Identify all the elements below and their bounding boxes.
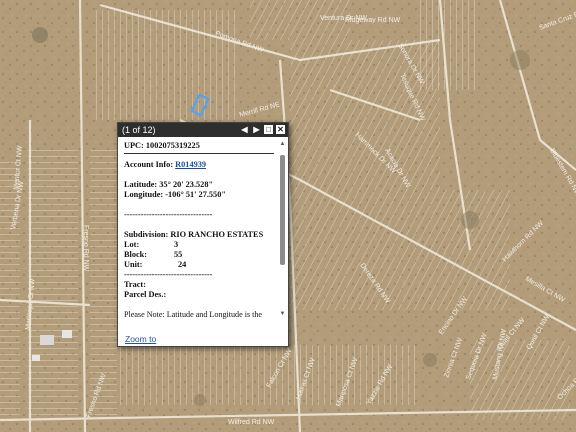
shrub [423, 353, 437, 367]
previous-arrow-icon[interactable]: ◀ [240, 125, 249, 134]
shrub [194, 394, 206, 406]
structure [62, 330, 72, 338]
account-label: Account Info: [124, 160, 174, 169]
location-note: Please Note: Latitude and Longitude is t… [124, 310, 263, 319]
upc-value: 1002075319225 [145, 141, 200, 150]
latitude-value: 35° 20' 23.528" [159, 180, 214, 189]
parcel-info-popup: (1 of 12) ◀ ▶ □ ✕ UPC: 1002075319225 Acc… [117, 122, 289, 347]
unit-row: Unit: 24 [124, 260, 274, 270]
street-label: Fresno Rd NW [82, 225, 89, 272]
latitude-row: Latitude: 35° 20' 23.528" [124, 180, 274, 190]
parcel-des-label: Parcel Des.: [124, 290, 167, 299]
popup-header: (1 of 12) ◀ ▶ □ ✕ [118, 123, 288, 137]
lot-block [470, 340, 570, 420]
scroll-down-icon[interactable]: ▼ [279, 311, 286, 318]
upc-label: UPC: [124, 141, 144, 150]
lot-block [290, 190, 510, 310]
block-row: Block: 55 [124, 250, 274, 260]
next-arrow-icon[interactable]: ▶ [252, 125, 261, 134]
shrub [510, 50, 530, 70]
lot-block [95, 10, 235, 120]
account-row: Account Info: R014939 [124, 160, 274, 170]
longitude-label: Longitude: [124, 190, 164, 199]
popup-controls: ◀ ▶ □ ✕ [240, 125, 285, 135]
zoom-to-link[interactable]: Zoom to [125, 334, 156, 344]
longitude-row: Longitude: -106° 51' 27.550" [124, 190, 274, 200]
popup-scrollbar[interactable]: ▲ ▼ [279, 141, 286, 319]
lot-label: Lot: [124, 240, 140, 249]
unit-label: Unit: [124, 260, 143, 269]
separator-line: -------------------------------- [124, 210, 213, 219]
block-value: 55 [174, 250, 183, 259]
street-label: Wilfred Rd NW [228, 419, 275, 426]
upc-row: UPC: 1002075319225 [124, 141, 274, 151]
scroll-thumb[interactable] [280, 155, 285, 265]
structure [40, 335, 54, 345]
block-label: Block: [124, 250, 148, 259]
tract-label: Tract: [124, 280, 146, 289]
lot-row: Lot: 3 [124, 240, 274, 250]
close-icon[interactable]: ✕ [276, 125, 285, 134]
street-label: Ridgeway Rd NW [345, 17, 401, 24]
latitude-label: Latitude: [124, 180, 158, 189]
subdivision-value: RIO RANCHO ESTATES [170, 230, 264, 239]
scroll-up-icon[interactable]: ▲ [279, 141, 286, 148]
account-link[interactable]: R014939 [175, 160, 206, 169]
separator-line: -------------------------------- [124, 270, 213, 279]
maximize-icon[interactable]: □ [264, 125, 273, 134]
result-counter: (1 of 12) [122, 125, 156, 135]
divider [124, 153, 274, 154]
shrub [32, 27, 48, 43]
structure [32, 355, 40, 361]
popup-content: UPC: 1002075319225 Account Info: R014939… [118, 137, 278, 319]
subdivision-row: Subdivision: RIO RANCHO ESTATES [124, 230, 274, 240]
shrub [461, 211, 479, 229]
unit-value: 24 [178, 260, 187, 269]
subdivision-label: Subdivision: [124, 230, 169, 239]
lot-block [420, 0, 480, 90]
lot-value: 3 [174, 240, 179, 249]
longitude-value: -106° 51' 27.550" [165, 190, 226, 199]
